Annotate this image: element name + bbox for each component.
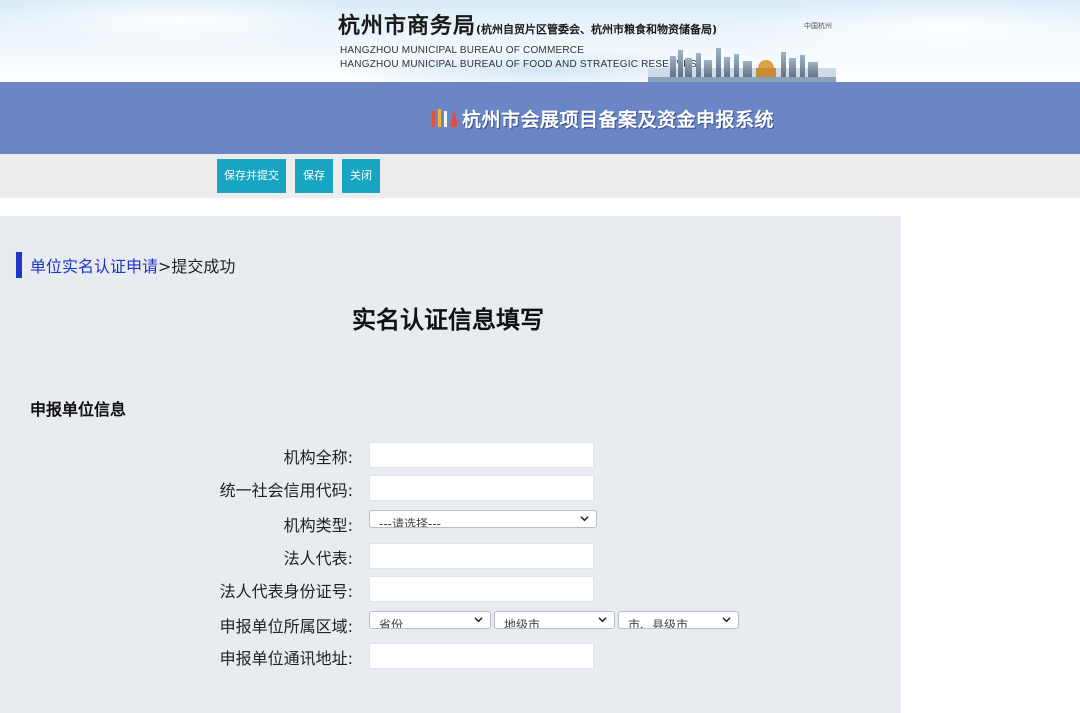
credit-code-label: 统一社会信用代码: bbox=[219, 481, 353, 500]
org-title-sub: (杭州自贸片区管委会、杭州市粮食和物资储备局) bbox=[476, 23, 718, 36]
org-type-selected-value: ---请选择--- bbox=[379, 517, 441, 528]
legal-rep-id-label: 法人代表身份证号: bbox=[219, 582, 353, 601]
save-and-submit-button[interactable]: 保存并提交 bbox=[217, 159, 286, 193]
form-row-legal-rep: 法人代表: bbox=[0, 543, 900, 571]
region-label: 申报单位所属区域: bbox=[219, 617, 353, 636]
city-selected-value: 地级市 bbox=[504, 618, 541, 629]
org-type-select[interactable]: ---请选择--- bbox=[369, 510, 597, 528]
chevron-down-icon bbox=[474, 617, 483, 623]
system-logo-icon bbox=[432, 109, 458, 127]
system-title-bar: 杭州市会展项目备案及资金申报系统 bbox=[0, 82, 1080, 154]
system-title: 杭州市会展项目备案及资金申报系统 bbox=[462, 109, 775, 131]
credit-code-input[interactable] bbox=[369, 475, 594, 501]
province-selected-value: 省份 bbox=[379, 618, 404, 629]
city-select[interactable]: 地级市 bbox=[494, 611, 615, 629]
section-title-unit-info: 申报单位信息 bbox=[30, 400, 127, 419]
form-row-legal-rep-id: 法人代表身份证号: bbox=[0, 576, 900, 604]
close-button[interactable]: 关闭 bbox=[342, 159, 380, 193]
org-title-main: 杭州市商务局 bbox=[338, 14, 477, 39]
form-panel: 单位实名认证申请 >提交成功 实名认证信息填写 申报单位信息 机构全称: 统一社会… bbox=[0, 216, 901, 713]
breadcrumb-link-application[interactable]: 单位实名认证申请 bbox=[30, 253, 158, 277]
org-english-name-reserves: HANGZHOU MUNICIPAL BUREAU OF FOOD AND ST… bbox=[340, 59, 697, 70]
form-row-address: 申报单位通讯地址: bbox=[0, 643, 900, 671]
org-english-name-commerce: HANGZHOU MUNICIPAL BUREAU OF COMMERCE bbox=[340, 45, 585, 56]
chevron-down-icon bbox=[598, 617, 607, 623]
form-row-org-name: 机构全称: bbox=[0, 442, 900, 470]
county-selected-value: 市、县级市 bbox=[628, 618, 689, 629]
chevron-down-icon bbox=[722, 617, 731, 623]
form-row-region: 申报单位所属区域: 省份 地级市 市、县级市 bbox=[0, 611, 900, 639]
save-button[interactable]: 保存 bbox=[295, 159, 333, 193]
form-row-credit-code: 统一社会信用代码: bbox=[0, 475, 900, 503]
legal-rep-label: 法人代表: bbox=[283, 549, 353, 568]
province-select[interactable]: 省份 bbox=[369, 611, 491, 629]
form-row-org-type: 机构类型: ---请选择--- bbox=[0, 510, 900, 538]
city-logo: 中国杭州 bbox=[804, 22, 832, 30]
org-name-label: 机构全称: bbox=[283, 448, 353, 467]
action-toolbar: 保存并提交 保存 关闭 bbox=[0, 154, 1080, 198]
form-title: 实名认证信息填写 bbox=[352, 306, 544, 334]
county-select[interactable]: 市、县级市 bbox=[618, 611, 739, 629]
org-type-label: 机构类型: bbox=[283, 516, 353, 535]
breadcrumb: 单位实名认证申请 >提交成功 bbox=[16, 252, 235, 278]
legal-rep-input[interactable] bbox=[369, 543, 594, 569]
site-header-banner: 杭州市商务局(杭州自贸片区管委会、杭州市粮食和物资储备局) HANGZHOU M… bbox=[0, 0, 1080, 82]
org-name-input[interactable] bbox=[369, 442, 594, 468]
org-title: 杭州市商务局(杭州自贸片区管委会、杭州市粮食和物资储备局) bbox=[338, 8, 717, 40]
address-input[interactable] bbox=[369, 643, 594, 669]
breadcrumb-current: >提交成功 bbox=[158, 257, 236, 276]
address-label: 申报单位通讯地址: bbox=[219, 649, 353, 668]
chevron-down-icon bbox=[580, 516, 589, 522]
city-skyline-icon bbox=[648, 48, 836, 82]
legal-rep-id-input[interactable] bbox=[369, 576, 594, 602]
breadcrumb-accent-bar bbox=[16, 252, 22, 278]
